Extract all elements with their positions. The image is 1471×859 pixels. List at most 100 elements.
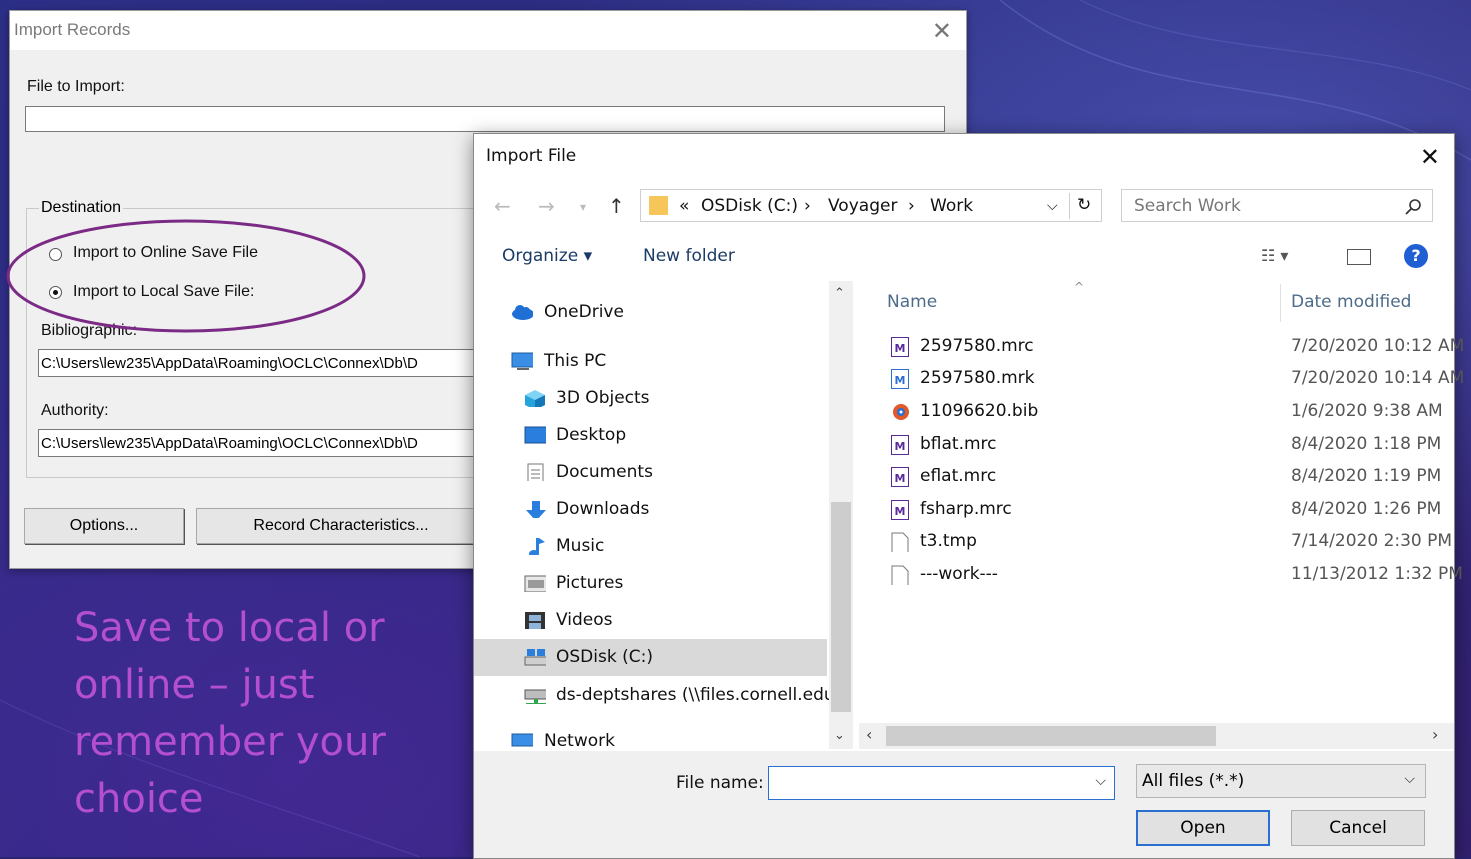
tree-item-3d-objects[interactable]: 3D Objects xyxy=(474,380,827,417)
close-icon[interactable]: ✕ xyxy=(932,17,952,46)
new-folder-button[interactable]: New folder xyxy=(643,246,735,266)
desktop-icon xyxy=(524,426,546,444)
search-icon[interactable] xyxy=(1404,198,1422,216)
file-row[interactable]: M fsharp.mrc 8/4/2020 1:26 PM xyxy=(884,494,1454,526)
up-arrow-icon[interactable]: ↑ xyxy=(608,194,625,218)
file-row[interactable]: M eflat.mrc 8/4/2020 1:19 PM xyxy=(884,461,1454,493)
scroll-left-icon[interactable]: ‹ xyxy=(866,725,872,744)
tree-item-this-pc[interactable]: This PC xyxy=(474,343,827,380)
file-name-input[interactable]: ⌵ xyxy=(768,766,1115,800)
file-row[interactable]: 11096620.bib 1/6/2020 9:38 AM xyxy=(884,396,1454,428)
file-row[interactable]: t3.tmp 7/14/2020 2:30 PM xyxy=(884,526,1454,558)
file-type-select[interactable]: All files (*.*) ⌵ xyxy=(1136,764,1426,798)
tree-item-ds-deptshares[interactable]: ds-deptshares (\\files.cornell.edu' xyxy=(474,677,839,714)
scroll-up-icon[interactable]: ⌃ xyxy=(834,286,845,301)
bibliographic-path-field[interactable]: C:\Users\lew235\AppData\Roaming\OCLC\Con… xyxy=(38,349,498,377)
folder-icon xyxy=(649,196,668,215)
tree-item-documents[interactable]: Documents xyxy=(474,454,827,491)
tree-item-pictures[interactable]: Pictures xyxy=(474,565,827,602)
column-header-name[interactable]: Name xyxy=(887,292,937,312)
back-arrow-icon[interactable]: ← xyxy=(494,194,511,218)
import-file-title: Import File xyxy=(486,146,577,166)
address-divider xyxy=(1069,193,1070,219)
preview-pane-icon[interactable] xyxy=(1347,249,1371,265)
file-row[interactable]: ---work--- 11/13/2012 1:32 PM xyxy=(884,559,1463,591)
svg-text:M: M xyxy=(895,440,906,453)
bib-file-icon xyxy=(893,404,909,420)
svg-text:M: M xyxy=(895,505,906,518)
svg-text:M: M xyxy=(895,374,906,387)
record-characteristics-button[interactable]: Record Characteristics... xyxy=(196,508,486,544)
marc-file-icon: M xyxy=(891,337,909,357)
document-icon xyxy=(527,463,544,481)
navigation-scrollbar-thumb[interactable] xyxy=(831,502,851,712)
marc-file-icon: M xyxy=(891,369,909,389)
import-file-dialog: Import File ✕ ← → ▾ ↑ « OSDisk (C:) › Vo… xyxy=(473,133,1464,859)
drive-icon xyxy=(524,649,546,666)
breadcrumb-overflow[interactable]: « xyxy=(679,196,689,216)
svg-text:M: M xyxy=(895,472,906,485)
file-type-value: All files (*.*) xyxy=(1142,771,1245,791)
breadcrumb-separator: › xyxy=(908,196,915,216)
column-header-date-modified[interactable]: Date modified xyxy=(1291,292,1411,312)
tree-item-osdisk[interactable]: OSDisk (C:) xyxy=(474,639,827,676)
marc-file-icon: M xyxy=(891,467,909,487)
horizontal-scrollbar-thumb[interactable] xyxy=(886,726,1216,746)
network-drive-icon xyxy=(524,689,546,704)
view-options-icon[interactable]: ☷ ▾ xyxy=(1261,246,1288,265)
close-icon[interactable]: ✕ xyxy=(1420,143,1440,171)
open-button[interactable]: Open xyxy=(1136,810,1270,846)
address-dropdown-chevron-icon[interactable]: ⌵ xyxy=(1047,198,1058,214)
breadcrumb-osdisk[interactable]: OSDisk (C:) xyxy=(701,196,798,216)
tree-item-onedrive[interactable]: OneDrive xyxy=(474,294,827,331)
blank-file-icon xyxy=(891,565,909,585)
file-row[interactable]: M 2597580.mrc 7/20/2020 10:12 AM xyxy=(884,331,1464,363)
film-icon xyxy=(525,612,545,629)
chevron-down-icon[interactable]: ⌵ xyxy=(1095,773,1106,789)
tree-item-network[interactable]: Network xyxy=(474,723,827,751)
file-row[interactable]: M bflat.mrc 8/4/2020 1:18 PM xyxy=(884,429,1454,461)
authority-path-field[interactable]: C:\Users\lew235\AppData\Roaming\OCLC\Con… xyxy=(38,429,498,457)
cloud-icon xyxy=(512,305,533,320)
blank-file-icon xyxy=(891,532,909,552)
forward-arrow-icon[interactable]: → xyxy=(538,194,555,218)
address-bar[interactable]: « OSDisk (C:) › Voyager › Work ⌵ ↻ xyxy=(640,189,1102,222)
authority-label: Authority: xyxy=(41,402,109,419)
import-records-title: Import Records xyxy=(14,20,131,39)
music-note-icon xyxy=(529,538,545,555)
file-row[interactable]: M 2597580.mrk 7/20/2020 10:14 AM xyxy=(884,363,1464,395)
help-icon[interactable]: ? xyxy=(1404,244,1428,268)
breadcrumb-separator: › xyxy=(804,196,811,216)
scroll-right-icon[interactable]: › xyxy=(1432,725,1438,744)
refresh-icon[interactable]: ↻ xyxy=(1077,195,1091,215)
cube-icon xyxy=(525,390,545,407)
marc-file-icon: M xyxy=(891,500,909,520)
breadcrumb-voyager[interactable]: Voyager xyxy=(828,196,897,216)
options-button[interactable]: Options... xyxy=(24,508,184,544)
file-name-label: File name: xyxy=(676,773,764,793)
network-icon xyxy=(511,733,533,747)
import-records-titlebar: Import Records ✕ xyxy=(10,11,966,50)
tree-item-videos[interactable]: Videos xyxy=(474,602,827,639)
search-box[interactable]: Search Work xyxy=(1121,189,1433,222)
download-icon xyxy=(526,501,546,518)
scroll-down-icon[interactable]: ⌄ xyxy=(834,728,845,743)
marc-file-icon: M xyxy=(891,435,909,455)
search-placeholder: Search Work xyxy=(1134,196,1241,216)
computer-icon xyxy=(511,352,533,370)
recent-locations-chevron-icon[interactable]: ▾ xyxy=(580,200,586,214)
chevron-down-icon[interactable]: ⌵ xyxy=(1404,771,1415,787)
highlight-ellipse xyxy=(6,219,366,333)
tree-item-downloads[interactable]: Downloads xyxy=(474,491,827,528)
navigation-pane: OneDrive This PC 3D Objects Desktop Docu… xyxy=(474,281,854,751)
cancel-button[interactable]: Cancel xyxy=(1291,810,1425,846)
tree-item-desktop[interactable]: Desktop xyxy=(474,417,827,454)
annotation-text: Save to local or online – just remember … xyxy=(74,605,386,822)
tree-item-music[interactable]: Music xyxy=(474,528,827,565)
organize-button[interactable]: Organize ▾ xyxy=(502,246,592,266)
pictures-icon xyxy=(524,575,546,592)
breadcrumb-work[interactable]: Work xyxy=(930,196,973,216)
file-to-import-input[interactable] xyxy=(25,106,945,132)
svg-text:M: M xyxy=(895,342,906,355)
column-divider[interactable] xyxy=(1280,284,1281,322)
